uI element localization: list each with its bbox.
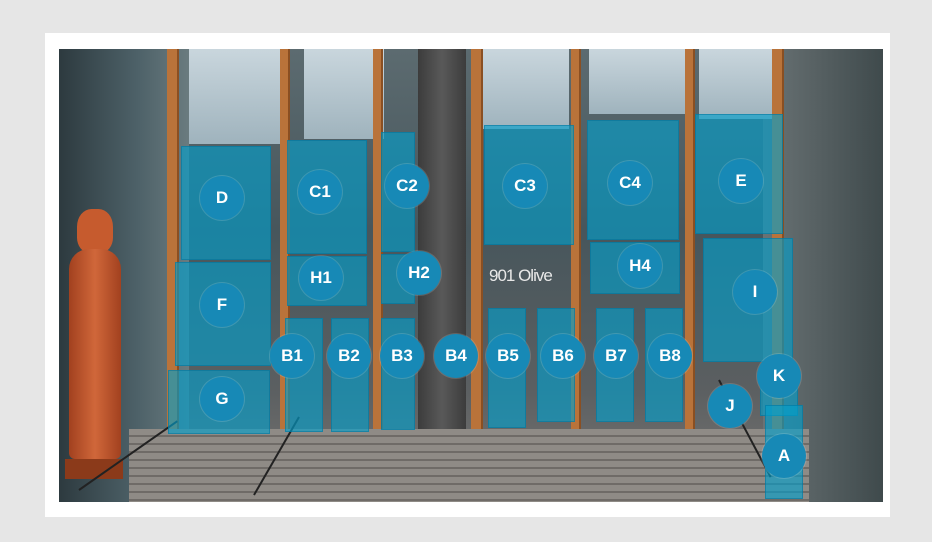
sky-reflection xyxy=(304,49,384,139)
marker-j[interactable]: J xyxy=(708,384,752,428)
marker-a[interactable]: A xyxy=(762,434,806,478)
marker-c2[interactable]: C2 xyxy=(385,164,429,208)
sky-reflection xyxy=(589,49,689,114)
marker-c4[interactable]: C4 xyxy=(608,161,652,205)
marker-b8[interactable]: B8 xyxy=(648,334,692,378)
marker-i[interactable]: I xyxy=(733,270,777,314)
marker-b6[interactable]: B6 xyxy=(541,334,585,378)
marker-k[interactable]: K xyxy=(757,354,801,398)
marker-d[interactable]: D xyxy=(200,176,244,220)
sky-reflection xyxy=(479,49,569,129)
marker-b1[interactable]: B1 xyxy=(270,334,314,378)
marker-e[interactable]: E xyxy=(719,159,763,203)
marker-b4[interactable]: B4 xyxy=(434,334,478,378)
marker-f[interactable]: F xyxy=(200,283,244,327)
carved-figure-statue xyxy=(59,209,129,479)
sky-reflection xyxy=(189,49,289,144)
marker-h2[interactable]: H2 xyxy=(397,251,441,295)
marker-b2[interactable]: B2 xyxy=(327,334,371,378)
marker-c3[interactable]: C3 xyxy=(503,164,547,208)
statue-head xyxy=(77,209,113,253)
marker-g[interactable]: G xyxy=(200,377,244,421)
marker-b5[interactable]: B5 xyxy=(486,334,530,378)
statue-base xyxy=(65,459,123,479)
entrance-stairs xyxy=(129,429,809,502)
statue-body xyxy=(69,249,121,459)
marker-b7[interactable]: B7 xyxy=(594,334,638,378)
marker-h1[interactable]: H1 xyxy=(299,256,343,300)
marker-c1[interactable]: C1 xyxy=(298,170,342,214)
marker-b3[interactable]: B3 xyxy=(380,334,424,378)
marker-h4[interactable]: H4 xyxy=(618,244,662,288)
sky-reflection xyxy=(699,49,779,119)
address-sign: 901 Olive xyxy=(489,266,553,285)
